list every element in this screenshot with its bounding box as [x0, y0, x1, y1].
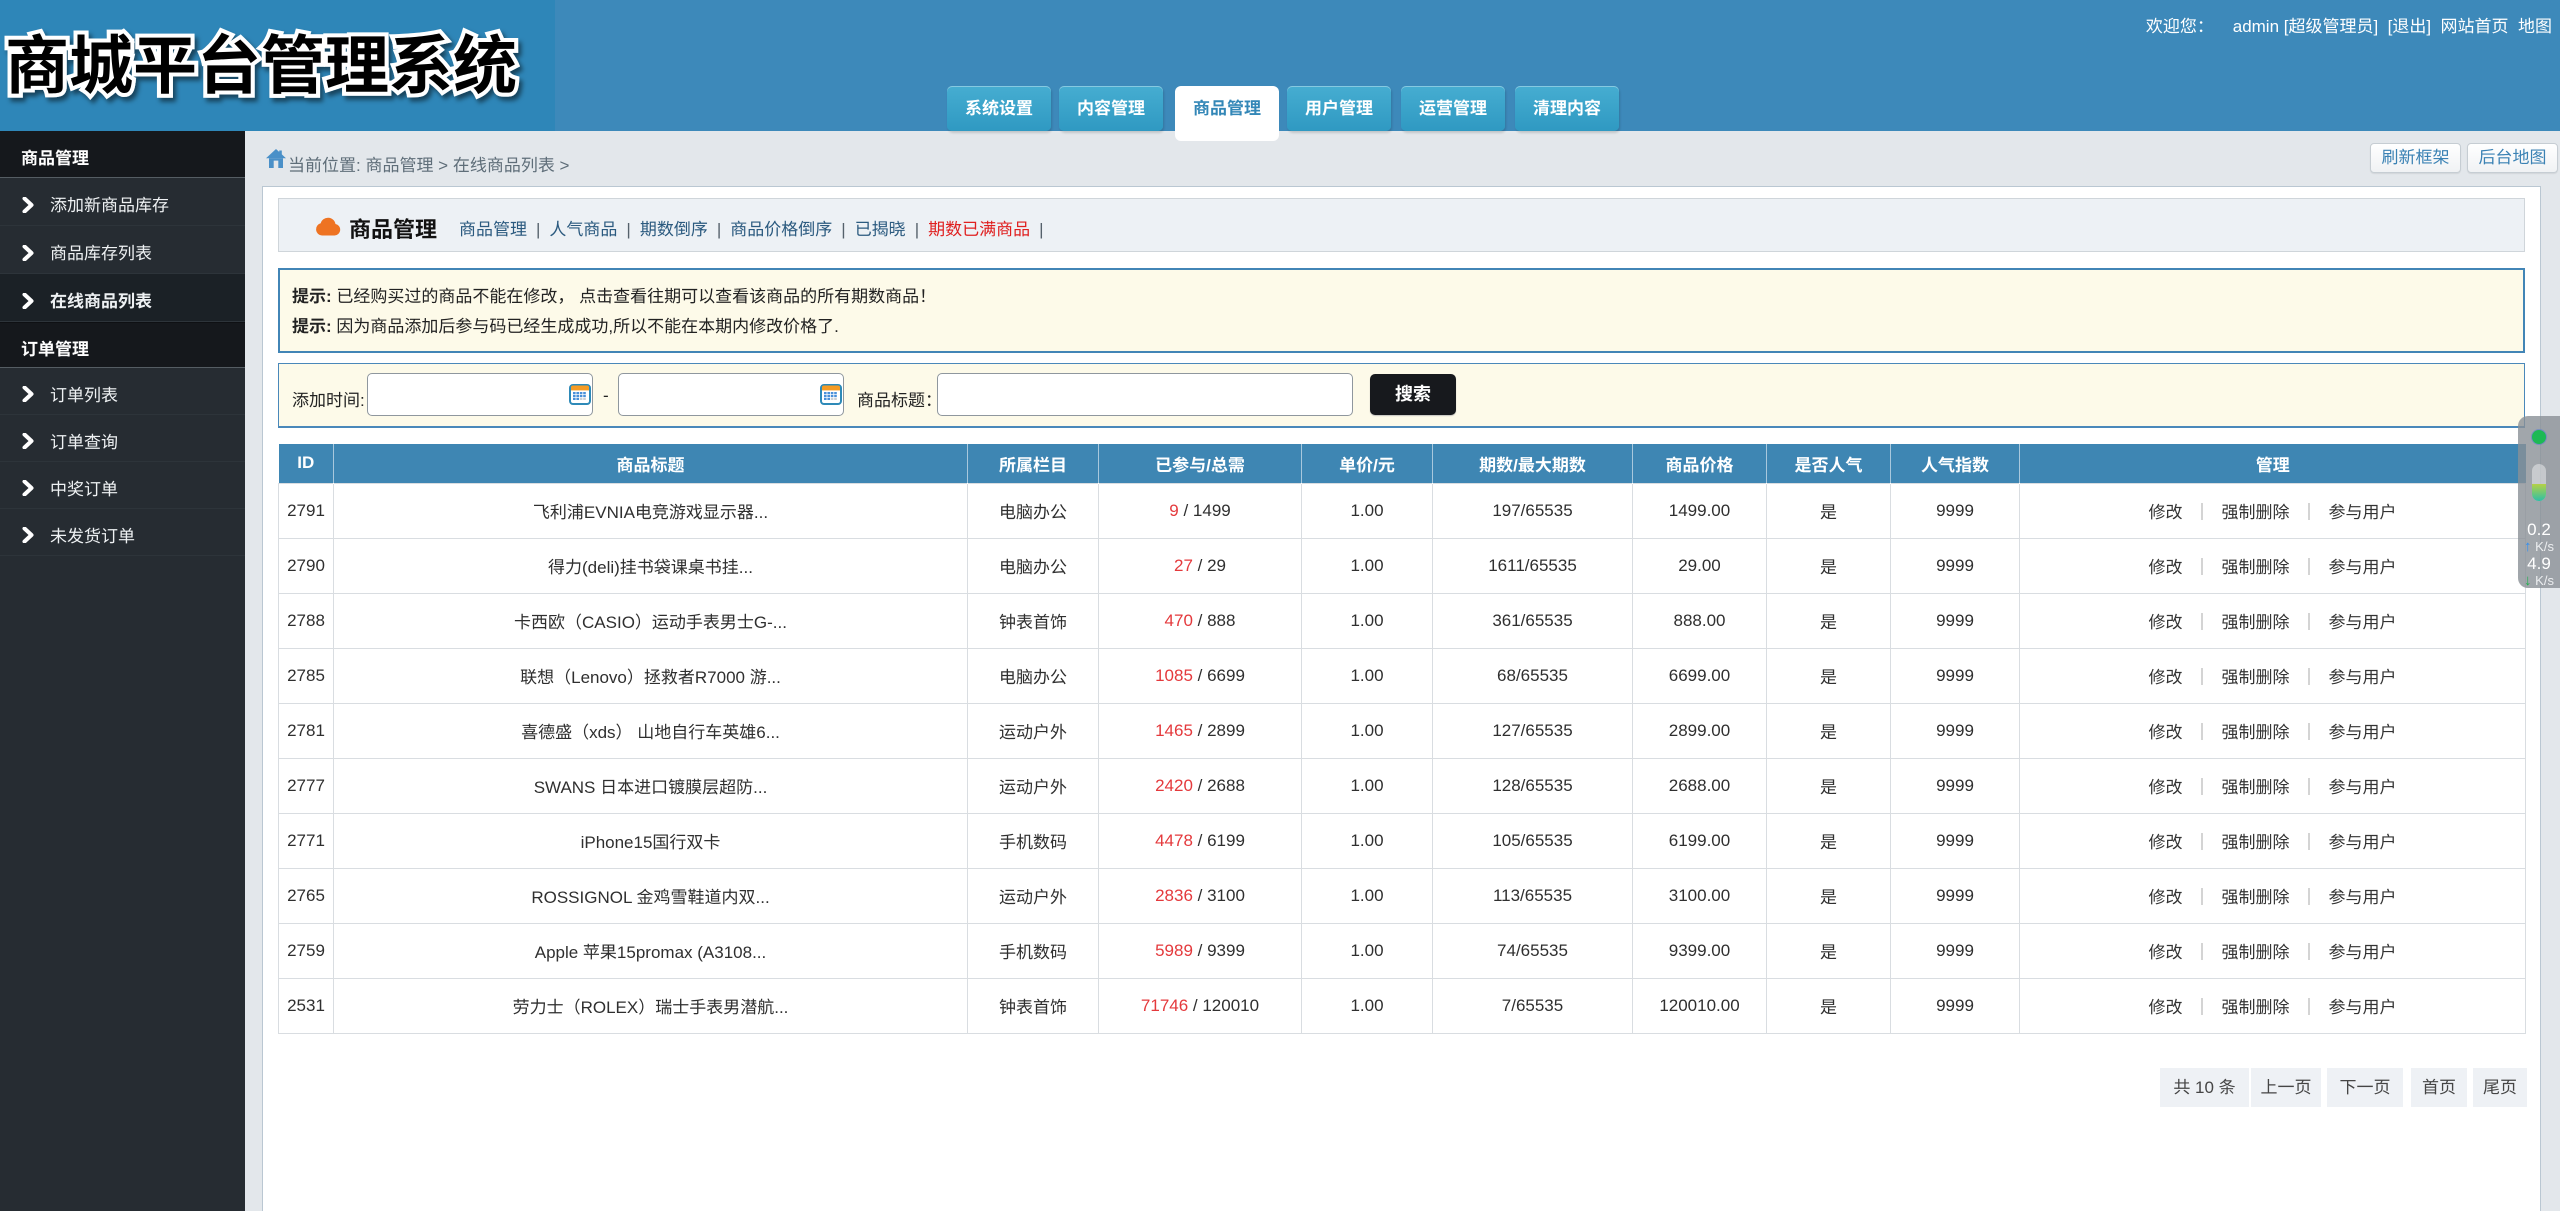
- svg-text:商城平台管理系统: 商城平台管理系统: [5, 15, 517, 107]
